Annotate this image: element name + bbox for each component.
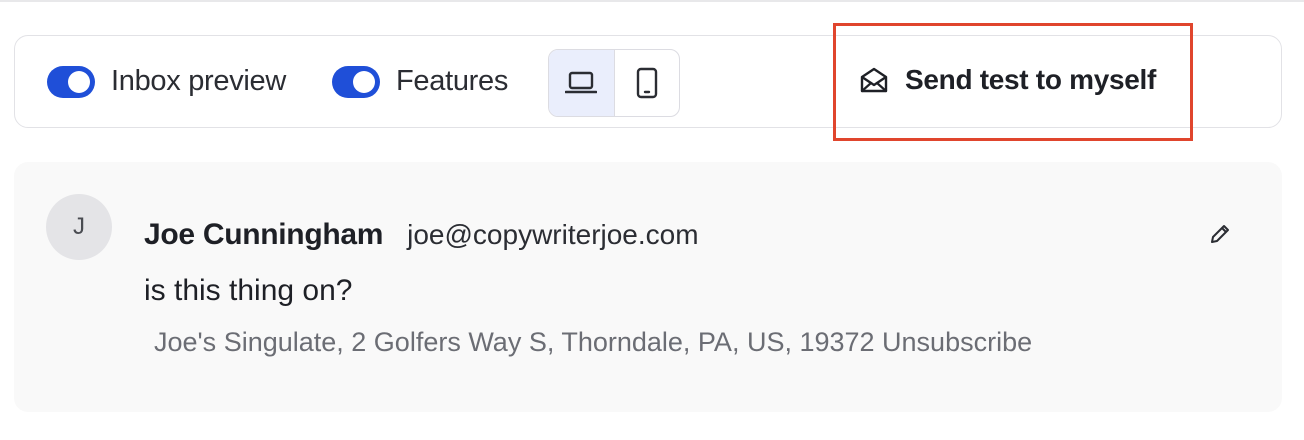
- inbox-preview-toggle-group[interactable]: Inbox preview: [47, 65, 286, 98]
- inbox-preview-label: Inbox preview: [111, 65, 287, 97]
- edit-button[interactable]: [1208, 222, 1232, 246]
- avatar: J: [46, 194, 112, 260]
- mobile-view-button[interactable]: [615, 50, 680, 116]
- pencil-icon: [1211, 225, 1229, 243]
- envelope-open-icon: [860, 67, 888, 93]
- top-divider: [0, 0, 1304, 2]
- email-subject: is this thing on?: [144, 274, 353, 307]
- device-switch: [548, 49, 680, 117]
- desktop-view-button[interactable]: [549, 50, 615, 116]
- send-test-label: Send test to myself: [905, 64, 1157, 95]
- features-toggle-group[interactable]: Features: [332, 65, 508, 98]
- features-toggle[interactable]: [332, 65, 380, 98]
- laptop-icon: [565, 71, 598, 94]
- mobile-icon: [636, 67, 657, 99]
- email-footer: Joe's Singulate, 2 Golfers Way S, Thornd…: [154, 327, 1033, 357]
- inbox-preview-toggle[interactable]: [47, 65, 95, 98]
- email-preview-card: J Joe Cunningham joe@copywriterjoe.com i…: [14, 162, 1282, 412]
- sender-email: joe@copywriterjoe.com: [407, 219, 699, 250]
- features-label: Features: [396, 65, 509, 97]
- sender-name: Joe Cunningham: [144, 218, 384, 251]
- sender-line: Joe Cunningham joe@copywriterjoe.com: [144, 218, 699, 252]
- preview-toolbar: Inbox preview Features Send test to myse…: [14, 35, 1282, 128]
- send-test-button[interactable]: Send test to myself: [859, 64, 1156, 96]
